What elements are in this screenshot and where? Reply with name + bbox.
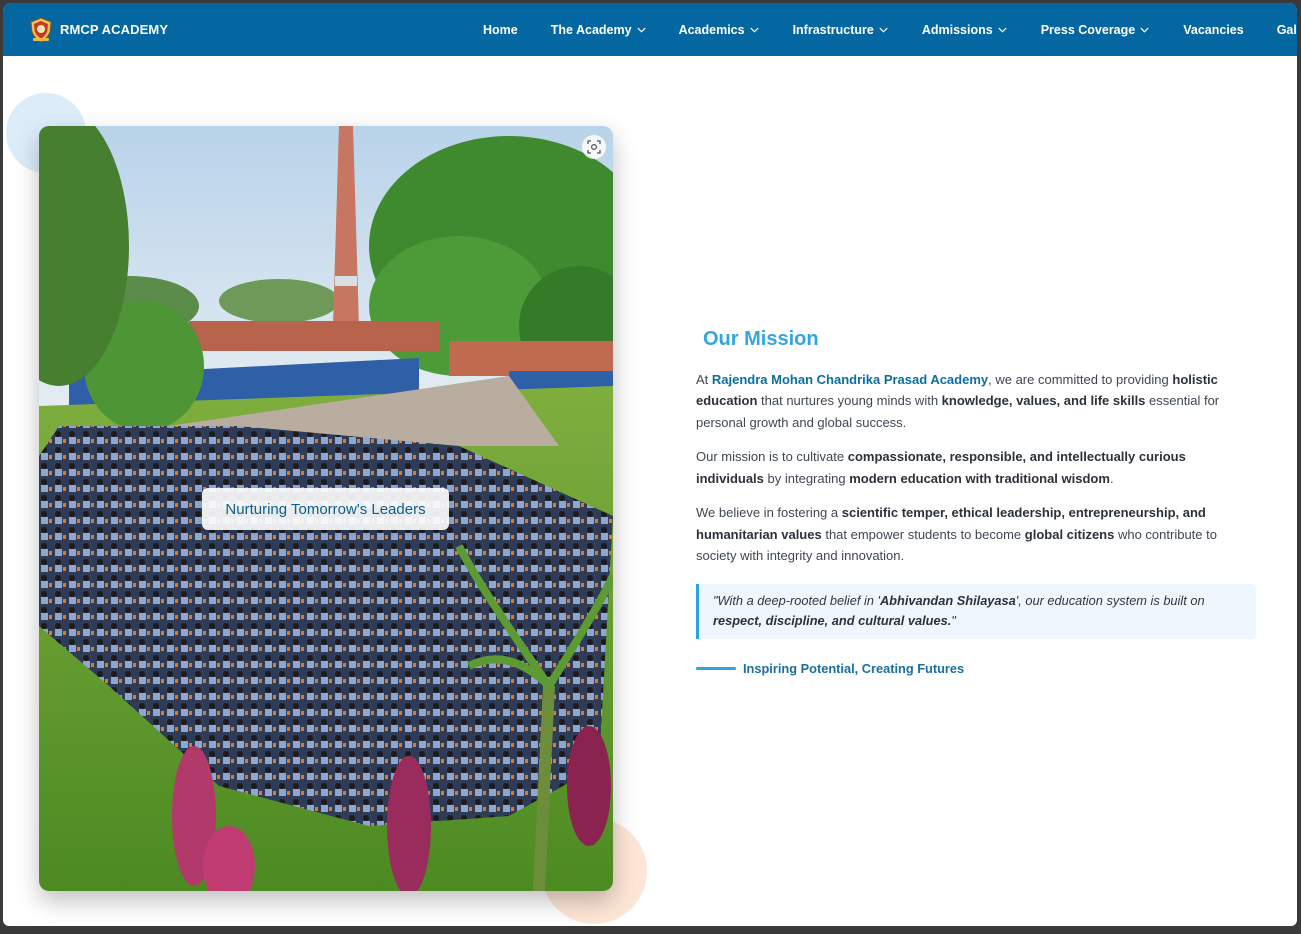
nav-press-coverage[interactable]: Press Coverage xyxy=(1041,23,1150,37)
bold-text: global citizens xyxy=(1024,526,1115,542)
brand-name: RMCP ACADEMY xyxy=(60,22,169,37)
mission-title: Our Mission xyxy=(703,328,819,350)
text-span: Our mission is to cultivate xyxy=(696,449,848,464)
nav-home[interactable]: Home xyxy=(483,23,518,37)
nav-the-academy[interactable]: The Academy xyxy=(551,23,646,37)
nav-academics-label: Academics xyxy=(678,22,745,37)
nav-infrastructure-label: Infrastructure xyxy=(792,22,874,37)
academy-crest-logo xyxy=(30,16,52,43)
nav-admissions[interactable]: Admissions xyxy=(922,23,1007,37)
bold-text: modern education with traditional wisdom xyxy=(849,470,1110,486)
text-span: by integrating xyxy=(763,470,850,486)
nav-infrastructure[interactable]: Infrastructure xyxy=(793,23,888,37)
mission-photo-card: Nurturing Tomorrow's Leaders xyxy=(39,126,613,891)
nav-admissions-label: Admissions xyxy=(921,22,993,37)
nav-gallery[interactable]: Gallery xyxy=(1277,23,1297,37)
bold-text: Abhivandan Shilayasa xyxy=(879,592,1016,608)
text-span: that nurtures young minds with xyxy=(757,393,942,408)
mission-paragraph-1: At Rajendra Mohan Chandrika Prasad Acade… xyxy=(696,369,1256,434)
chevron-down-icon xyxy=(636,27,646,33)
text-span: ', our education system is built on xyxy=(1015,592,1205,608)
nav-vacancies[interactable]: Vacancies xyxy=(1183,23,1243,37)
bold-text: respect, discipline, and cultural values… xyxy=(713,612,952,628)
chevron-down-icon xyxy=(998,27,1007,33)
mission-paragraph-3: We believe in fostering a scientific tem… xyxy=(696,502,1256,567)
tagline-accent-bar xyxy=(696,666,736,670)
text-span: , we are committed to providing xyxy=(988,371,1173,387)
tagline-text: Inspiring Potential, Creating Futures xyxy=(743,660,965,676)
photo-caption: Nurturing Tomorrow's Leaders xyxy=(202,488,449,530)
chevron-down-icon xyxy=(1140,27,1149,33)
nav-home-label: Home xyxy=(483,22,518,37)
zoom-scan-icon xyxy=(587,140,601,154)
text-span: "With a deep-rooted belief in ' xyxy=(713,592,880,608)
main-nav: Home The Academy Academics Infrastructur… xyxy=(483,3,1297,56)
nav-gallery-label: Gallery xyxy=(1276,22,1297,37)
mission-section: Our Mission At Rajendra Mohan Chandrika … xyxy=(696,328,1256,680)
nav-vacancies-label: Vacancies xyxy=(1183,22,1244,37)
mission-paragraph-2: Our mission is to cultivate compassionat… xyxy=(696,446,1256,489)
text-span: . xyxy=(1109,470,1114,486)
text-span: that empower students to become xyxy=(821,526,1025,542)
nav-the-academy-label: The Academy xyxy=(550,22,632,37)
text-span: At xyxy=(696,371,712,387)
mission-quote: "With a deep-rooted belief in 'Abhivanda… xyxy=(696,583,1256,639)
text-span: " xyxy=(951,612,956,628)
chevron-down-icon xyxy=(879,27,888,33)
text-span: We believe in fostering a xyxy=(696,505,842,520)
tagline: Inspiring Potential, Creating Futures xyxy=(696,658,1256,680)
bold-text: knowledge, values, and life skills xyxy=(941,393,1146,408)
browser-window: RMCP ACADEMY Home The Academy Academics … xyxy=(3,3,1297,926)
chevron-down-icon xyxy=(749,27,759,33)
zoom-button[interactable] xyxy=(582,135,606,159)
nav-academics[interactable]: Academics xyxy=(679,23,759,37)
academy-name-highlight: Rajendra Mohan Chandrika Prasad Academy xyxy=(711,371,989,387)
nav-press-coverage-label: Press Coverage xyxy=(1040,22,1136,37)
brand[interactable]: RMCP ACADEMY xyxy=(29,16,169,43)
top-navbar: RMCP ACADEMY Home The Academy Academics … xyxy=(3,3,1297,56)
